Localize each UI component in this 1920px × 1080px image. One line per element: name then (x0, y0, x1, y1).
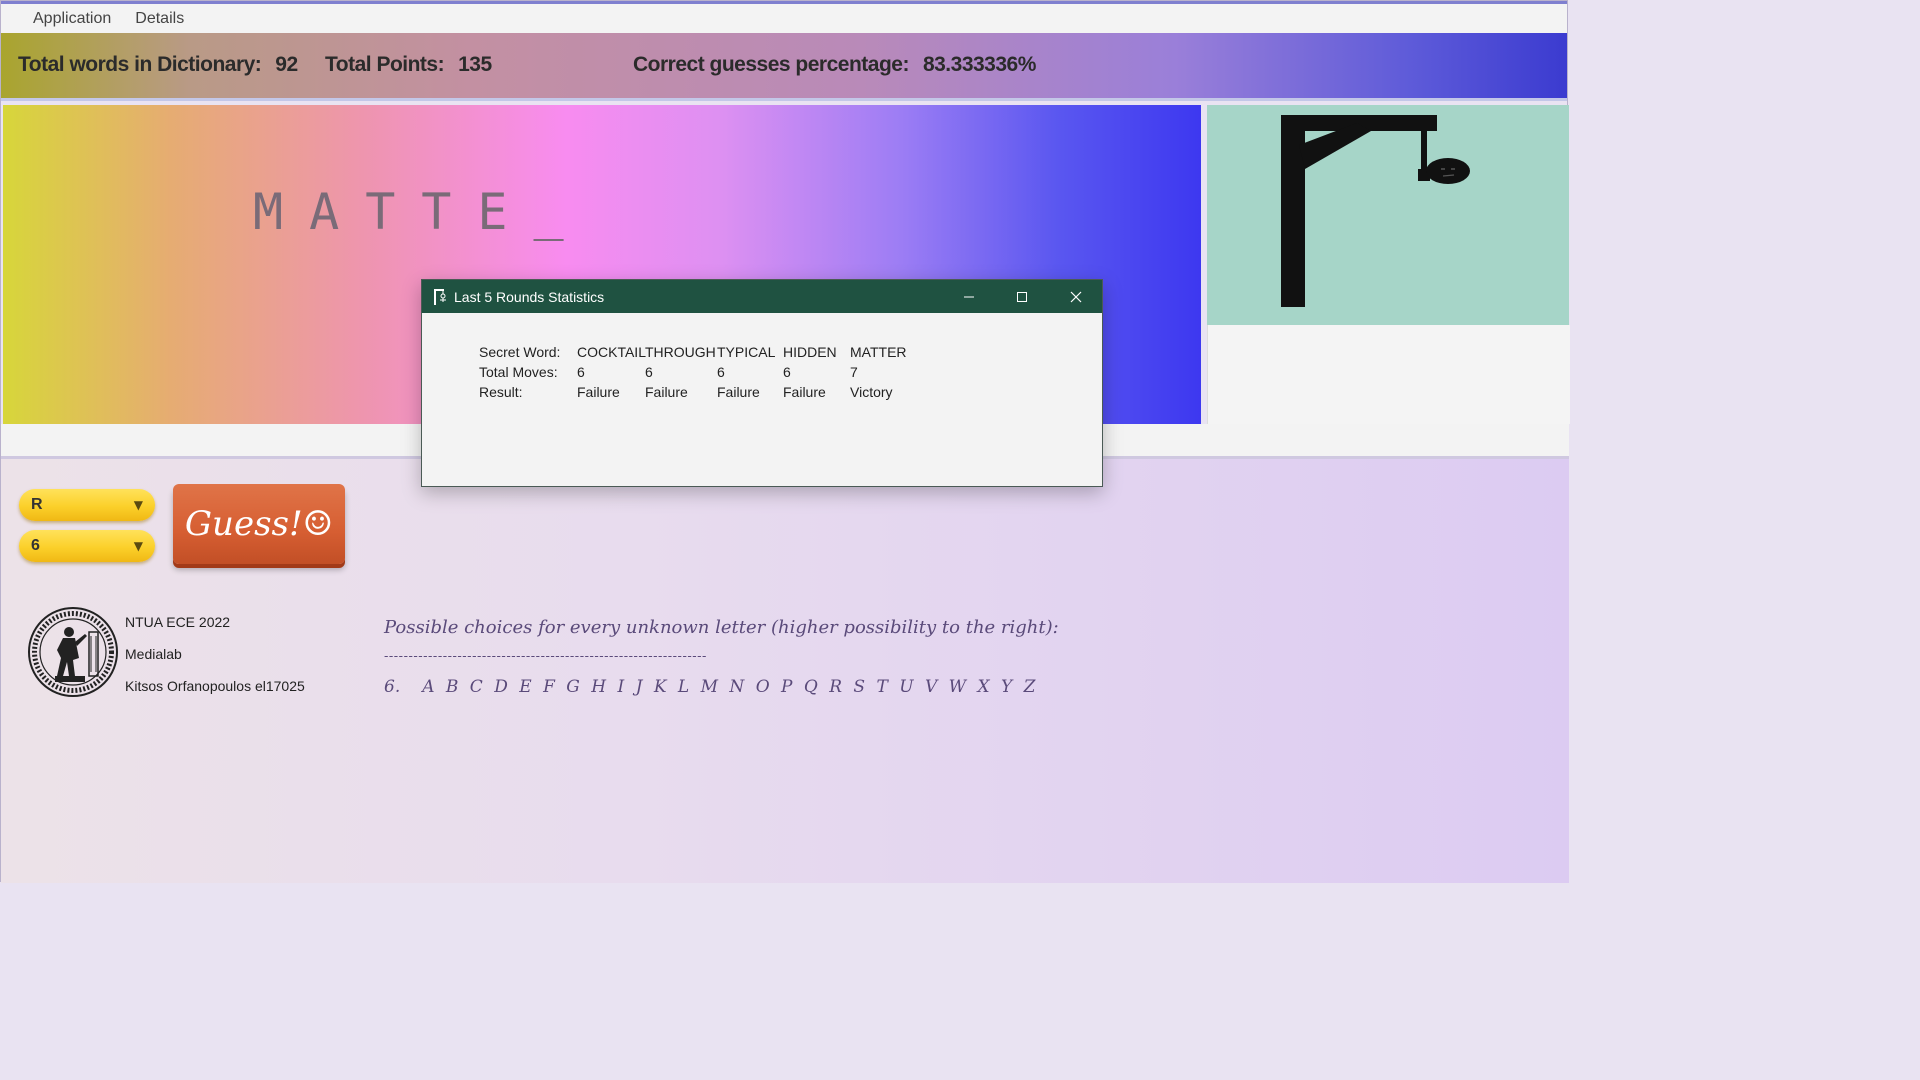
guess-button[interactable]: Guess!☺ (173, 484, 345, 564)
result-cell: Victory (850, 384, 893, 400)
stat-percentage: Correct guesses percentage: 83.333336% (633, 53, 1036, 77)
secret-word-cell: THROUGH (645, 344, 716, 360)
result-label: Result: (479, 384, 523, 400)
ntua-seal-logo (28, 607, 118, 697)
stat-dictionary-value: 92 (275, 53, 298, 76)
dialog-titlebar[interactable]: Last 5 Rounds Statistics (422, 280, 1102, 313)
stat-points-label: Total Points: (325, 53, 445, 76)
stat-percentage-label: Correct guesses percentage: (633, 53, 909, 76)
stat-points: Total Points: 135 (325, 53, 492, 77)
result-cell: Failure (645, 384, 688, 400)
result-cell: Failure (577, 384, 620, 400)
gallows-image (1281, 115, 1470, 307)
secret-word-cell: TYPICAL (717, 344, 776, 360)
total-moves-cell: 6 (577, 364, 585, 380)
hangman-window: Application Details Total words in Dicti… (0, 0, 1570, 883)
letter-combobox-value: R (31, 496, 43, 513)
total-moves-label: Total Moves: (479, 364, 558, 380)
secret-word-cell: COCKTAIL (577, 344, 646, 360)
credit-author: Kitsos Orfanopoulos el17025 (125, 678, 305, 694)
minimize-icon (963, 296, 974, 297)
menu-application[interactable]: Application (21, 10, 123, 28)
maximize-icon (1016, 291, 1027, 302)
rounds-stats-table: Secret Word: COCKTAIL THROUGH TYPICAL HI… (479, 342, 920, 402)
credit-course: NTUA ECE 2022 (125, 614, 231, 630)
total-moves-row: Total Moves: 6 6 6 6 7 (479, 362, 920, 382)
total-moves-cell: 7 (850, 364, 858, 380)
total-moves-cell: 6 (717, 364, 725, 380)
stat-points-value: 135 (458, 53, 492, 76)
hangman-app-icon (434, 288, 446, 305)
hints-row: 6. A B C D E F G H I J K L M N O P Q R S … (384, 677, 1038, 697)
hints-divider: ----------------------------------------… (384, 649, 707, 664)
result-cell: Failure (717, 384, 760, 400)
close-button[interactable] (1049, 280, 1102, 313)
position-combobox-value: 6 (31, 537, 40, 554)
maximize-button[interactable] (995, 280, 1048, 313)
total-moves-cell: 6 (645, 364, 653, 380)
hints-row-letters: A B C D E F G H I J K L M N O P Q R S T … (422, 677, 1039, 697)
stats-dialog: Last 5 Rounds Statistics Secret Word: CO… (421, 279, 1103, 487)
chevron-down-icon: ▼ (133, 498, 143, 512)
stat-dictionary: Total words in Dictionary: 92 (18, 53, 298, 77)
stats-bar: Total words in Dictionary: 92 Total Point… (1, 33, 1567, 101)
result-cell: Failure (783, 384, 826, 400)
hints-row-number: 6. (384, 677, 401, 697)
word-display: MATTE_ (253, 183, 590, 241)
stat-dictionary-label: Total words in Dictionary: (18, 53, 262, 76)
total-moves-cell: 6 (783, 364, 791, 380)
result-row: Result: Failure Failure Failure Failure … (479, 382, 920, 402)
menubar: Application Details (1, 1, 1567, 33)
secret-word-cell: HIDDEN (783, 344, 837, 360)
gallows-panel (1207, 105, 1569, 325)
credit-lab: Medialab (125, 646, 182, 662)
secret-word-label: Secret Word: (479, 344, 561, 360)
hints-title: Possible choices for every unknown lette… (384, 617, 1059, 638)
chevron-down-icon: ▼ (133, 539, 143, 553)
close-icon (1070, 291, 1081, 302)
dialog-title: Last 5 Rounds Statistics (454, 288, 605, 305)
secret-word-row: Secret Word: COCKTAIL THROUGH TYPICAL HI… (479, 342, 920, 362)
position-combobox[interactable]: 6 ▼ (19, 530, 155, 562)
menu-details[interactable]: Details (123, 10, 196, 28)
stat-percentage-value: 83.333336% (922, 53, 1036, 76)
gallows-footer (1207, 325, 1570, 424)
secret-word-cell: MATTER (850, 344, 907, 360)
letter-combobox[interactable]: R ▼ (19, 489, 155, 521)
minimize-button[interactable] (942, 280, 995, 313)
